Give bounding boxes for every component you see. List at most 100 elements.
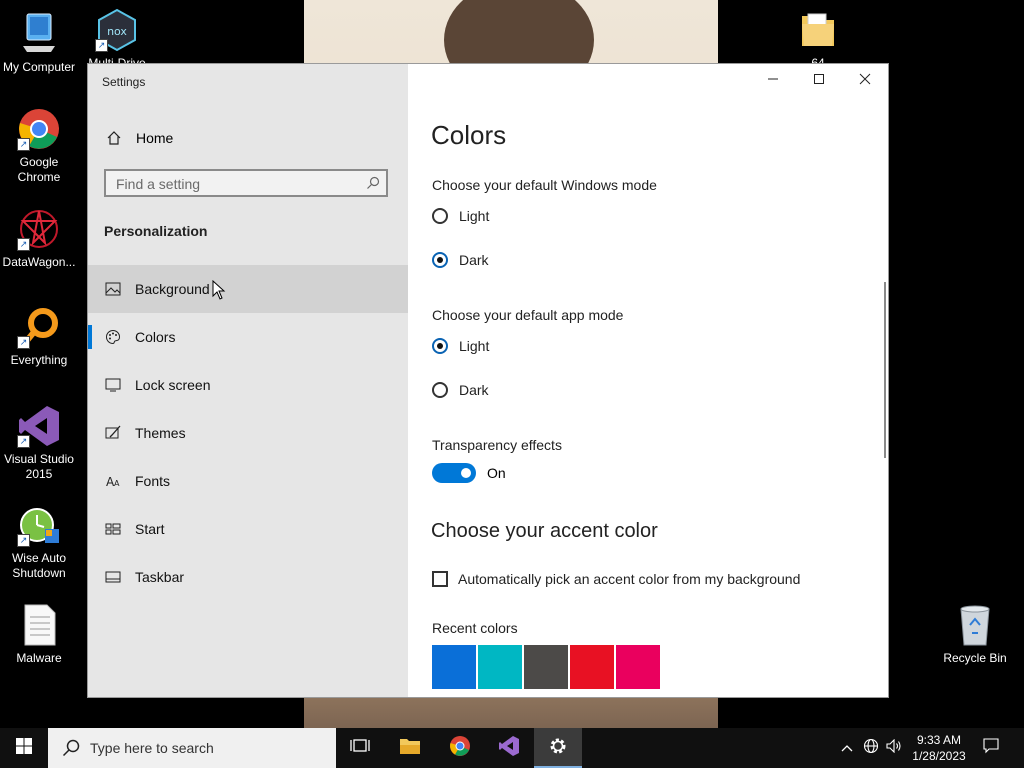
recent-color-swatch[interactable]: [432, 645, 476, 689]
shortcut-arrow-icon: ↗: [17, 336, 30, 349]
sidebar-item-colors[interactable]: Colors: [88, 313, 408, 361]
desktop-icon-everything[interactable]: ↗ Everything: [1, 305, 77, 368]
nox-icon: nox ↗: [95, 8, 139, 52]
settings-sidebar: Settings Home Find a setting Personaliza…: [88, 64, 408, 697]
desktop-icon-visual-studio[interactable]: ↗ Visual Studio 2015: [1, 404, 77, 482]
windows-mode-dark-radio[interactable]: Dark: [432, 252, 489, 268]
visual-studio-icon: ↗: [17, 404, 61, 448]
sidebar-item-label: Themes: [135, 425, 186, 441]
window-title: Settings: [102, 75, 146, 89]
globe-icon: [863, 738, 879, 759]
computer-icon: [17, 12, 61, 56]
sidebar-item-background[interactable]: Background: [88, 265, 408, 313]
task-view-button[interactable]: [336, 728, 384, 768]
chrome-icon: ↗: [17, 107, 61, 151]
taskbar-chrome[interactable]: [436, 728, 484, 768]
folder-icon: [796, 8, 840, 52]
sidebar-item-start[interactable]: Start: [88, 505, 408, 553]
sidebar-item-taskbar[interactable]: Taskbar: [88, 553, 408, 601]
search-placeholder: Find a setting: [116, 176, 201, 192]
close-button[interactable]: [842, 64, 888, 98]
radio-circle: [432, 208, 448, 224]
taskbar-clock[interactable]: 9:33 AM 1/28/2023: [902, 732, 976, 764]
shortcut-arrow-icon: ↗: [17, 435, 30, 448]
sidebar-item-lock-screen[interactable]: Lock screen: [88, 361, 408, 409]
network-button[interactable]: [860, 728, 882, 768]
gear-icon: [548, 736, 568, 761]
windows-mode-light-radio[interactable]: Light: [432, 208, 489, 224]
sidebar-item-label: Start: [135, 521, 165, 537]
desktop-icon-multi-drive[interactable]: nox ↗ Multi-Drive: [79, 8, 155, 68]
recent-color-swatch[interactable]: [478, 645, 522, 689]
palette-icon: [104, 329, 122, 345]
taskbar-file-explorer[interactable]: [386, 728, 434, 768]
search-icon[interactable]: [366, 176, 380, 195]
window-controls: [750, 64, 888, 98]
taskbar-icon: [104, 571, 122, 583]
windows-mode-label: Choose your default Windows mode: [432, 177, 657, 193]
recent-color-swatch[interactable]: [524, 645, 568, 689]
desktop-icon-wise-auto-shutdown[interactable]: ↗ Wise Auto Shutdown: [1, 503, 77, 581]
home-label: Home: [136, 130, 174, 146]
taskbar-search-box[interactable]: Type here to search: [48, 728, 336, 768]
sidebar-item-label: Fonts: [135, 473, 171, 489]
desktop-icon-malware[interactable]: Malware: [1, 603, 77, 666]
recent-color-swatch[interactable]: [616, 645, 660, 689]
radio-label: Light: [459, 338, 490, 354]
taskbar-visual-studio[interactable]: [485, 728, 533, 768]
task-view-icon: [350, 738, 370, 759]
minimize-icon: [767, 72, 779, 90]
accent-color-heading: Choose your accent color: [431, 520, 658, 542]
app-mode-light-radio[interactable]: Light: [432, 338, 489, 354]
desktop-icon-label: Google Chrome: [17, 155, 61, 184]
home-icon: [106, 130, 122, 146]
desktop-icon-folder-64[interactable]: 64: [780, 8, 856, 64]
radio-circle: [432, 382, 448, 398]
start-button[interactable]: [0, 728, 48, 768]
taskbar-settings[interactable]: [534, 728, 582, 768]
recent-color-swatch[interactable]: [570, 645, 614, 689]
transparency-toggle[interactable]: On: [432, 463, 506, 483]
desktop-icon-datawagon[interactable]: ↗ DataWagon...: [1, 207, 77, 270]
brush-icon: [104, 425, 122, 441]
document-icon: [17, 603, 61, 647]
radio-label: Dark: [459, 382, 489, 398]
checkbox-box[interactable]: [432, 571, 448, 587]
app-mode-dark-radio[interactable]: Dark: [432, 382, 489, 398]
clock-date: 1/28/2023: [912, 749, 966, 763]
desktop-icon-label: Malware: [16, 651, 62, 665]
radio-circle-selected: [432, 252, 448, 268]
desktop-icon-google-chrome[interactable]: ↗ Google Chrome: [1, 107, 77, 185]
datawagon-icon: ↗: [17, 207, 61, 251]
action-center-button[interactable]: [978, 728, 1004, 768]
shortcut-arrow-icon: ↗: [95, 39, 108, 52]
taskbar: Type here to search 9:33 AM 1/28/2023: [0, 728, 1024, 768]
radio-circle-selected: [432, 338, 448, 354]
section-title-personalization: Personalization: [104, 223, 208, 239]
find-setting-input[interactable]: Find a setting: [104, 169, 388, 197]
shortcut-arrow-icon: ↗: [17, 534, 30, 547]
maximize-button[interactable]: [796, 64, 842, 98]
desktop-icon-recycle-bin[interactable]: Recycle Bin: [937, 603, 1013, 666]
desktop-icon-label: Everything: [10, 353, 68, 367]
desktop-icon-label: Visual Studio 2015: [4, 452, 74, 481]
chevron-up-icon: [841, 739, 853, 757]
mouse-cursor-icon: [212, 279, 226, 305]
toggle-switch[interactable]: [432, 463, 476, 483]
desktop-icon-label: Recycle Bin: [943, 651, 1007, 665]
close-icon: [859, 72, 871, 90]
speaker-icon: [886, 738, 902, 758]
scrollbar-thumb[interactable]: [884, 282, 886, 458]
radio-label: Light: [459, 208, 490, 224]
shortcut-arrow-icon: ↗: [17, 238, 30, 251]
desktop-icon-my-computer[interactable]: My Computer: [1, 12, 77, 75]
sidebar-item-fonts[interactable]: AA Fonts: [88, 457, 408, 505]
grid-icon: [104, 523, 122, 535]
recycle-bin-icon: [953, 603, 997, 647]
minimize-button[interactable]: [750, 64, 796, 98]
sidebar-item-themes[interactable]: Themes: [88, 409, 408, 457]
auto-accent-checkbox[interactable]: Automatically pick an accent color from …: [432, 571, 800, 587]
show-hidden-icons-button[interactable]: [836, 728, 858, 768]
home-nav-item[interactable]: Home: [88, 124, 408, 152]
radio-label: Dark: [459, 252, 489, 268]
